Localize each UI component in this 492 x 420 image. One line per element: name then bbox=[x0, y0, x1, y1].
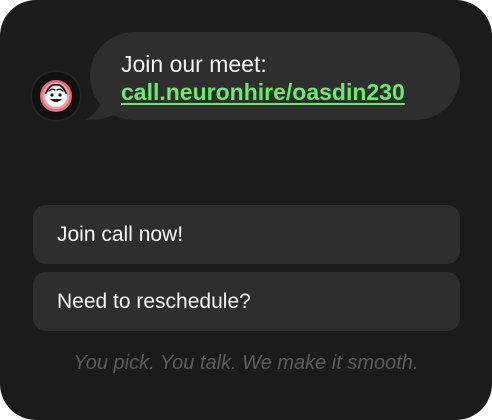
join-call-button[interactable]: Join call now! bbox=[33, 205, 460, 264]
join-call-label: Join call now! bbox=[57, 223, 184, 246]
bot-avatar bbox=[32, 72, 80, 120]
footer-tagline: You pick. You talk. We make it smooth. bbox=[73, 352, 419, 374]
message-title: Join our meet: bbox=[121, 51, 267, 77]
reschedule-button[interactable]: Need to reschedule? bbox=[33, 272, 460, 331]
reschedule-label: Need to reschedule? bbox=[57, 290, 251, 313]
smiling-brain-face-icon bbox=[40, 80, 72, 112]
meeting-link[interactable]: call.neuronhire/oasdin230 bbox=[121, 78, 405, 106]
chat-card: Join our meet: call.neuronhire/oasdin230… bbox=[0, 0, 492, 420]
